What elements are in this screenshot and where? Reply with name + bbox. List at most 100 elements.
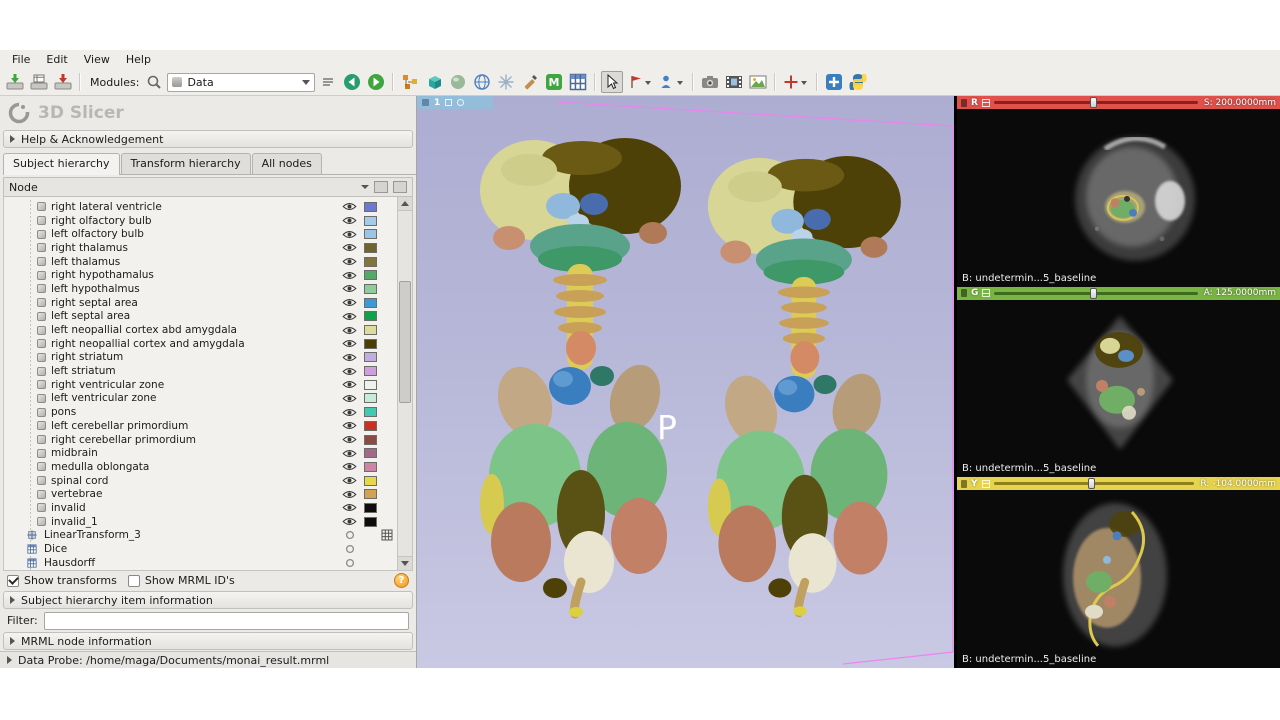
save-scene-icon[interactable] — [52, 71, 74, 93]
visibility-eye-icon[interactable] — [342, 476, 357, 485]
columns-menu-icon[interactable] — [361, 185, 369, 189]
visibility-eye-icon[interactable] — [342, 421, 357, 430]
slice-image-yellow[interactable]: B: undetermin...5_baseline — [957, 490, 1280, 668]
visibility-eye-icon[interactable] — [342, 257, 357, 266]
tree-row-table[interactable]: Hausdorff — [4, 556, 397, 570]
color-swatch[interactable] — [364, 325, 377, 335]
tree-row[interactable]: medulla oblongata — [4, 460, 397, 474]
help-icon[interactable]: ? — [394, 573, 409, 588]
tree-row[interactable]: pons — [4, 405, 397, 419]
toolbar-person-icon[interactable] — [657, 71, 687, 93]
visibility-eye-icon[interactable] — [342, 367, 357, 376]
modules-combobox[interactable]: Data — [167, 73, 315, 92]
menu-help[interactable]: Help — [118, 51, 159, 68]
visibility-eye-icon[interactable] — [342, 230, 357, 239]
slice-menu-icon[interactable] — [982, 480, 990, 488]
slice-view-red[interactable]: R S: 200.0000mm — [957, 96, 1280, 287]
color-swatch[interactable] — [364, 380, 377, 390]
back-icon[interactable] — [341, 71, 363, 93]
tree-row[interactable]: left thalamus — [4, 255, 397, 269]
slice-offset-slider[interactable] — [994, 288, 1197, 299]
slice-view-yellow[interactable]: Y R: -104.0000mm — [957, 477, 1280, 668]
slice-menu-icon[interactable] — [982, 289, 990, 297]
color-swatch[interactable] — [364, 393, 377, 403]
visibility-eye-icon[interactable] — [342, 503, 357, 512]
slice-bar-red[interactable]: R S: 200.0000mm — [957, 96, 1280, 109]
color-swatch[interactable] — [364, 476, 377, 486]
color-swatch[interactable] — [364, 284, 377, 294]
visibility-eye-icon[interactable] — [342, 271, 357, 280]
add-dicom-icon[interactable] — [28, 71, 50, 93]
color-swatch[interactable] — [364, 311, 377, 321]
hidden-visibility-icon[interactable] — [345, 558, 355, 568]
header-visibility-icon[interactable] — [374, 181, 388, 193]
tree-row[interactable]: left hypothalmus — [4, 282, 397, 296]
item-information-bar[interactable]: Subject hierarchy item information — [3, 591, 413, 609]
tree-row-table[interactable]: Dice — [4, 542, 397, 556]
visibility-eye-icon[interactable] — [342, 312, 357, 321]
show-transforms-checkbox[interactable] — [7, 575, 19, 587]
tree-row[interactable]: right ventricular zone — [4, 378, 397, 392]
slice-offset-slider[interactable] — [994, 97, 1198, 108]
tab-subject-hierarchy[interactable]: Subject hierarchy — [3, 153, 120, 175]
place-point-icon[interactable] — [625, 71, 655, 93]
slice-image-red[interactable]: B: undetermin...5_baseline — [957, 109, 1280, 287]
color-swatch[interactable] — [364, 503, 377, 513]
slider-handle[interactable] — [1088, 478, 1095, 489]
color-swatch[interactable] — [364, 352, 377, 362]
menu-view[interactable]: View — [76, 51, 118, 68]
markups-icon[interactable]: M — [543, 71, 565, 93]
menu-edit[interactable]: Edit — [38, 51, 75, 68]
web-globe-icon[interactable] — [471, 71, 493, 93]
mouse-pointer-icon[interactable] — [601, 71, 623, 93]
visibility-eye-icon[interactable] — [342, 284, 357, 293]
module-history-icon[interactable] — [317, 71, 339, 93]
pin-icon[interactable] — [422, 99, 429, 106]
pin-icon[interactable] — [961, 289, 967, 297]
visibility-eye-icon[interactable] — [342, 490, 357, 499]
visibility-eye-icon[interactable] — [342, 202, 357, 211]
tree-row[interactable]: invalid — [4, 501, 397, 515]
module-hierarchy-icon[interactable] — [399, 71, 421, 93]
view-3d-options-icon[interactable] — [445, 99, 452, 106]
tree-row[interactable]: left striatum — [4, 364, 397, 378]
models-sphere-icon[interactable] — [447, 71, 469, 93]
tree-row[interactable]: right neopallial cortex and amygdala — [4, 337, 397, 351]
show-mrml-ids-checkbox[interactable] — [128, 575, 140, 587]
tree-row[interactable]: right cerebellar primordium — [4, 433, 397, 447]
visibility-eye-icon[interactable] — [342, 408, 357, 417]
visibility-eye-icon[interactable] — [342, 326, 357, 335]
scroll-up-icon[interactable] — [398, 197, 412, 211]
tab-transform-hierarchy[interactable]: Transform hierarchy — [121, 153, 251, 174]
color-swatch[interactable] — [364, 462, 377, 472]
tree-row[interactable]: vertebrae — [4, 487, 397, 501]
visibility-eye-icon[interactable] — [342, 394, 357, 403]
help-acknowledgement-bar[interactable]: Help & Acknowledgement — [3, 130, 413, 148]
visibility-eye-icon[interactable] — [342, 243, 357, 252]
color-swatch[interactable] — [364, 202, 377, 212]
pin-icon[interactable] — [961, 99, 967, 107]
color-swatch[interactable] — [364, 229, 377, 239]
visibility-eye-icon[interactable] — [342, 298, 357, 307]
visibility-eye-icon[interactable] — [342, 339, 357, 348]
color-swatch[interactable] — [364, 298, 377, 308]
visibility-eye-icon[interactable] — [342, 462, 357, 471]
tables-icon[interactable] — [567, 71, 589, 93]
python-console-icon[interactable] — [847, 71, 869, 93]
view-3d-layout-icon[interactable] — [457, 99, 464, 106]
slider-handle[interactable] — [1090, 97, 1097, 108]
tab-all-nodes[interactable]: All nodes — [252, 153, 322, 174]
color-swatch[interactable] — [364, 339, 377, 349]
slice-image-green[interactable]: B: undetermin...5_baseline — [957, 300, 1280, 478]
volume-rendering-cube-icon[interactable] — [423, 71, 445, 93]
capture-image-icon[interactable] — [747, 71, 769, 93]
tree-row[interactable]: invalid_1 — [4, 515, 397, 529]
color-swatch[interactable] — [364, 407, 377, 417]
hidden-visibility-icon[interactable] — [345, 530, 355, 540]
filter-input[interactable] — [44, 612, 409, 630]
tree-row-transform[interactable]: LinearTransform_3 — [4, 529, 397, 543]
slice-bar-yellow[interactable]: Y R: -104.0000mm — [957, 477, 1280, 490]
tree-row[interactable]: right lateral ventricle — [4, 200, 397, 214]
data-probe-bar[interactable]: Data Probe: /home/maga/Documents/monai_r… — [0, 651, 416, 668]
tree-row[interactable]: right hypothamalus — [4, 268, 397, 282]
